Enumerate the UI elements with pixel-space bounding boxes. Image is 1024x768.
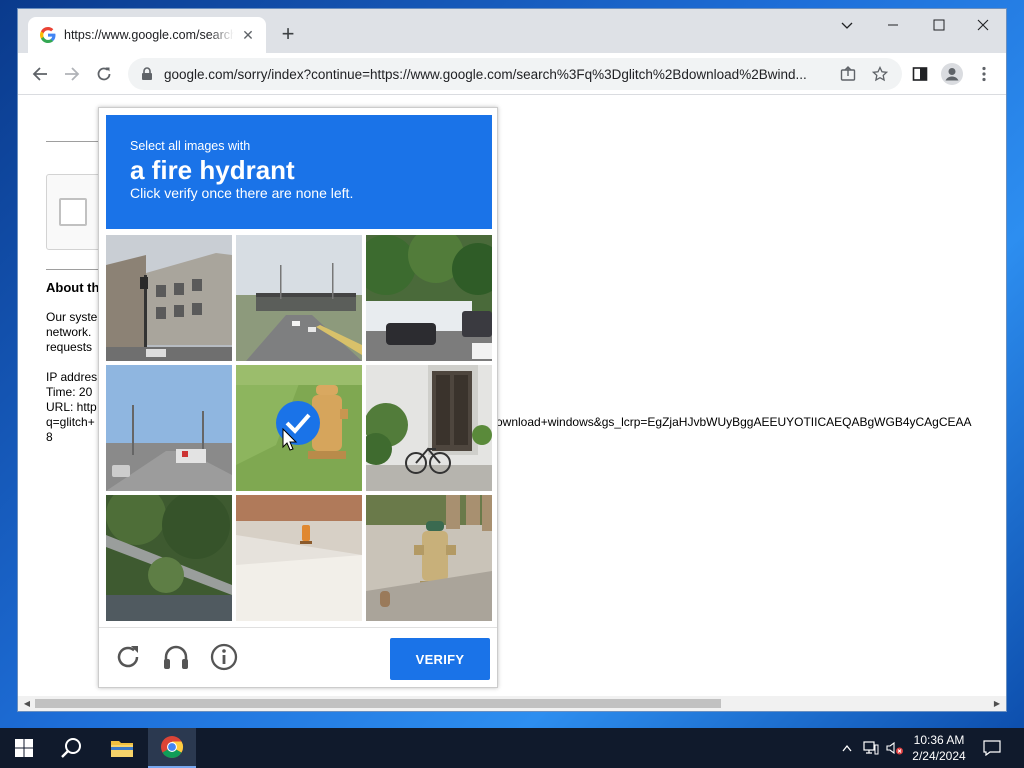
windows-taskbar: 10:36 AM 2/24/2024 <box>0 728 1024 768</box>
show-hidden-icons-chevron-icon[interactable] <box>838 728 856 768</box>
scroll-left-icon[interactable]: ◀ <box>21 698 33 709</box>
image-tile[interactable] <box>236 235 362 361</box>
new-tab-icon[interactable]: + <box>276 23 300 47</box>
challenge-footer: VERIFY <box>99 627 497 687</box>
horizontal-scrollbar[interactable]: ◀ ▶ <box>18 696 1006 711</box>
image-tile[interactable] <box>366 495 492 621</box>
close-window-icon[interactable] <box>960 9 1006 41</box>
scrollbar-thumb[interactable] <box>35 699 721 708</box>
back-arrow-icon[interactable] <box>28 62 52 86</box>
image-tile[interactable] <box>106 495 232 621</box>
browser-toolbar: google.com/sorry/index?continue=https://… <box>18 53 1006 95</box>
url-line: URL: http <box>46 400 97 414</box>
ip-address-line: IP addres <box>46 370 98 384</box>
address-bar[interactable]: google.com/sorry/index?continue=https://… <box>128 58 902 90</box>
clock-date: 2/24/2024 <box>912 749 966 763</box>
url-overflow-text: ownload+windows&gs_lcrp=EgZjaHJvbWUyBggA… <box>496 415 972 429</box>
lock-icon <box>142 67 152 80</box>
time-line: Time: 20 <box>46 385 93 399</box>
tab-google-search[interactable]: https://www.google.com/search?q=glitch+d… <box>28 17 266 53</box>
more-menu-icon[interactable] <box>972 62 996 86</box>
profile-avatar-icon[interactable] <box>940 62 964 86</box>
image-tile-selected[interactable] <box>236 365 362 491</box>
network-icon[interactable] <box>860 728 882 768</box>
search-icon[interactable] <box>48 728 96 768</box>
verify-button[interactable]: VERIFY <box>390 638 490 680</box>
google-favicon-icon <box>40 27 56 43</box>
image-grid <box>106 235 492 621</box>
body-line: network. <box>46 325 92 339</box>
url-line-3: 8 <box>46 430 53 444</box>
bookmark-star-icon[interactable] <box>872 66 888 82</box>
clock-time: 10:36 AM <box>913 733 965 747</box>
minimize-icon[interactable] <box>870 9 916 41</box>
image-tile[interactable] <box>106 235 232 361</box>
reload-challenge-icon[interactable] <box>113 642 143 672</box>
info-icon[interactable] <box>209 642 239 672</box>
captcha-challenge: Select all images with a fire hydrant Cl… <box>98 107 498 688</box>
body-line: Our syste <box>46 310 98 324</box>
chrome-taskbar-icon[interactable] <box>148 728 196 768</box>
about-heading: About th <box>46 280 100 295</box>
file-explorer-folder-icon[interactable] <box>98 728 146 768</box>
image-tile[interactable] <box>366 365 492 491</box>
challenge-header: Select all images with a fire hydrant Cl… <box>106 115 492 229</box>
tab-strip: https://www.google.com/search?q=glitch+d… <box>18 9 1006 53</box>
share-icon[interactable] <box>840 66 856 82</box>
instruction-small: Select all images with <box>130 139 251 153</box>
divider <box>46 269 106 270</box>
tab-close-icon[interactable]: ✕ <box>240 27 256 43</box>
url-text: google.com/sorry/index?continue=https://… <box>164 66 807 82</box>
instruction-sub: Click verify once there are none left. <box>130 185 354 201</box>
image-tile[interactable] <box>366 235 492 361</box>
url-line-2: q=glitch+ <box>46 415 95 429</box>
divider <box>46 141 106 142</box>
audio-challenge-headphones-icon[interactable] <box>161 642 191 672</box>
recaptcha-checkbox[interactable] <box>59 198 87 226</box>
side-panel-icon[interactable] <box>908 62 932 86</box>
tab-search-chevron-icon[interactable] <box>824 9 870 41</box>
tab-title: https://www.google.com/search?q=glitch+d… <box>64 28 234 42</box>
body-line: requests <box>46 340 93 354</box>
image-tile[interactable] <box>236 495 362 621</box>
instruction-target: a fire hydrant <box>130 155 295 185</box>
start-windows-icon[interactable] <box>0 728 48 768</box>
image-tile[interactable] <box>106 365 232 491</box>
scroll-right-icon[interactable]: ▶ <box>991 698 1003 709</box>
system-clock[interactable]: 10:36 AM 2/24/2024 <box>900 732 978 764</box>
notification-center-icon[interactable] <box>978 728 1006 768</box>
forward-arrow-icon[interactable] <box>60 62 84 86</box>
maximize-icon[interactable] <box>916 9 962 41</box>
reload-icon[interactable] <box>92 62 116 86</box>
